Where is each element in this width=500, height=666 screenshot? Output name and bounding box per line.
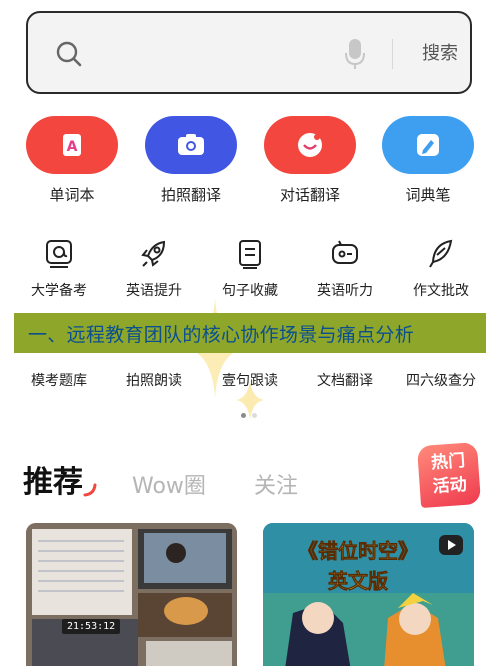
feature-label: 单词本 — [49, 186, 95, 204]
camera-icon — [178, 134, 204, 155]
feature-photo-translate-pill[interactable] — [145, 116, 237, 174]
search-bar[interactable]: 搜索 — [26, 11, 472, 94]
tab-recommend[interactable]: 推荐 — [23, 457, 97, 501]
pen-icon — [417, 134, 439, 156]
notebook-icon — [239, 240, 261, 269]
tab-underline-icon — [83, 483, 97, 497]
feature-row: A 单词本 拍照翻译 对话翻译 词典笔 — [0, 116, 500, 216]
time-chip: 21:53:12 — [62, 619, 121, 634]
tab-follow[interactable]: 关注 — [254, 468, 298, 500]
tab-wow[interactable]: Wow圈 — [132, 468, 206, 500]
feature-label: 词典笔 — [405, 186, 451, 204]
chat-icon — [298, 133, 322, 157]
search-divider — [392, 39, 393, 69]
feature-dictionary-pen-pill[interactable] — [382, 116, 474, 174]
search-button[interactable]: 搜索 — [412, 39, 468, 69]
book-a-icon: A — [63, 134, 81, 156]
tab-recommend-label: 推荐 — [23, 465, 83, 500]
tool-college-exam[interactable]: 大学备考 — [9, 238, 109, 308]
overlay-banner: 一、远程教育团队的核心协作场景与痛点分析 — [14, 313, 486, 353]
feature-label: 拍照翻译 — [160, 186, 221, 204]
tools-row-1: 大学备考 英语提升 句子收藏 英语听力 作文批改 — [0, 238, 500, 308]
feather-icon — [429, 239, 453, 268]
card-title: 《错位时空》 — [298, 539, 419, 564]
card-subtitle: 英文版 — [328, 569, 389, 594]
feed-card[interactable]: 21:53:12 — [26, 523, 237, 666]
page-indicator — [241, 413, 261, 419]
page-dot-active — [241, 413, 246, 418]
feature-dialog-translate-pill[interactable] — [264, 116, 356, 174]
hot-activity-badge[interactable]: 热门 活动 — [416, 441, 482, 509]
page-dot — [252, 413, 257, 418]
play-icon[interactable] — [439, 535, 463, 555]
tool-essay-correct[interactable]: 作文批改 — [391, 238, 491, 308]
headphone-icon — [332, 240, 358, 264]
tool-label: 四六级查分 — [406, 373, 476, 389]
feed-card[interactable]: 《错位时空》 英文版 — [263, 523, 474, 666]
banner-text: 一、远程教育团队的核心协作场景与痛点分析 — [28, 323, 415, 346]
tool-label: 作文批改 — [413, 283, 469, 299]
feature-wordbook-pill[interactable]: A — [26, 116, 118, 174]
feature-wordbook[interactable]: A 单词本 — [22, 116, 122, 216]
search-input[interactable] — [98, 37, 328, 71]
svg-text:A: A — [67, 139, 78, 155]
rocket-icon — [141, 240, 166, 267]
at-book-icon — [46, 240, 72, 268]
feature-dialog-translate[interactable]: 对话翻译 — [260, 116, 360, 216]
hot-badge-line2: 活动 — [432, 474, 468, 498]
card-thumbnail — [26, 523, 237, 666]
feature-dictionary-pen[interactable]: 词典笔 — [378, 116, 478, 216]
feature-label: 对话翻译 — [279, 186, 340, 204]
microphone-icon[interactable] — [344, 37, 366, 71]
feature-photo-translate[interactable]: 拍照翻译 — [141, 116, 241, 216]
tool-english-listening[interactable]: 英语听力 — [295, 238, 395, 308]
search-icon[interactable] — [54, 39, 84, 69]
